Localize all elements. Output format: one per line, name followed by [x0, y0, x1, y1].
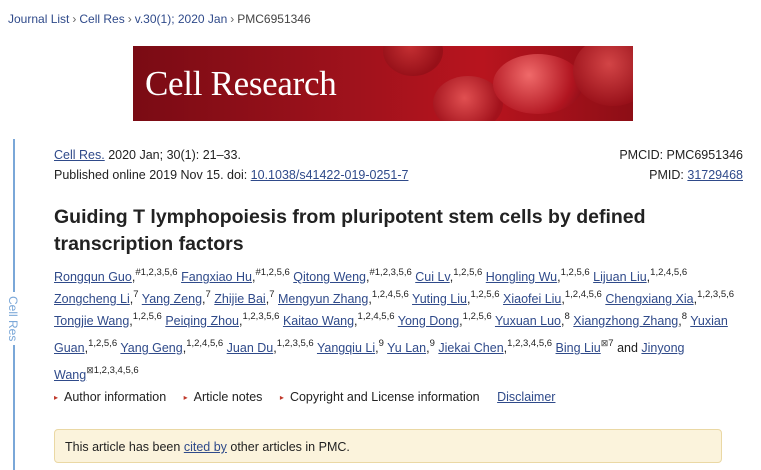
breadcrumb-current: PMC6951346: [237, 12, 311, 26]
author-link[interactable]: Fangxiao Hu: [181, 270, 252, 284]
triangle-right-icon: ▸: [183, 393, 188, 402]
breadcrumb: Journal List › Cell Res › v.30(1); 2020 Jan ›…: [8, 12, 311, 26]
author-link[interactable]: Yangqiu Li: [317, 341, 375, 355]
breadcrumb-issue[interactable]: v.30(1); 2020 Jan: [135, 12, 228, 26]
side-tab-cell-res[interactable]: Cell Res: [6, 292, 20, 346]
author-affiliation-sup: 1,2,3,5,6: [242, 311, 280, 322]
cited-by-link[interactable]: cited by: [184, 440, 227, 454]
author-link[interactable]: Mengyun Zhang: [278, 292, 368, 306]
author-link[interactable]: Hongling Wu: [486, 270, 557, 284]
author-affiliation-sup: 1,2,5,6: [132, 311, 162, 322]
breadcrumb-separator: ›: [230, 12, 235, 26]
breadcrumb-separator: ›: [127, 12, 132, 26]
author-affiliation-sup: 1,2,4,5,6: [564, 289, 602, 300]
tab-article-notes[interactable]: ▸ Article notes: [184, 390, 263, 404]
author-link[interactable]: Zhijie Bai: [214, 292, 265, 306]
author-link[interactable]: Yuxuan Luo: [495, 314, 561, 328]
author-link[interactable]: Yuting Liu: [412, 292, 467, 306]
author-affiliation-sup: 1,2,3,4,5,6: [507, 338, 553, 349]
author-affiliation-sup: 1,2,5,6: [560, 267, 590, 278]
tab-label: Copyright and License information: [289, 390, 480, 404]
pmcid: PMCID: PMC6951346: [619, 148, 743, 162]
author-affiliation-sup: 1,2,5,6: [470, 289, 500, 300]
tab-author-information[interactable]: ▸ Author information: [54, 390, 166, 404]
notice-prefix: This article has been: [65, 440, 184, 454]
breadcrumb-journal-list[interactable]: Journal List: [8, 12, 69, 26]
tab-label: Author information: [64, 390, 167, 404]
author-link[interactable]: Xiaofei Liu: [503, 292, 561, 306]
triangle-right-icon: ▸: [54, 393, 59, 402]
author-affiliation-sup: #1,2,3,5,6: [369, 267, 412, 278]
banner-cell-image: [573, 46, 633, 106]
author-affiliation-sup: 1,2,3,5,6: [697, 289, 735, 300]
author-link[interactable]: Cui Lv: [415, 270, 450, 284]
citation-details: 2020 Jan; 30(1): 21–33.: [104, 148, 241, 162]
author-link[interactable]: Juan Du: [227, 341, 274, 355]
author-link[interactable]: Xiangzhong Zhang: [573, 314, 678, 328]
pmid-label: PMID:: [649, 168, 688, 182]
author-link[interactable]: Yang Geng: [120, 341, 182, 355]
author-affiliation-sup: 1,2,4,5,6: [371, 289, 409, 300]
citation: Cell Res. 2020 Jan; 30(1): 21–33. Publis…: [54, 145, 408, 185]
author-link[interactable]: Yang Zeng: [142, 292, 202, 306]
doi-link[interactable]: 10.1038/s41422-019-0251-7: [251, 168, 409, 182]
breadcrumb-separator: ›: [72, 12, 77, 26]
authors-conjunction: and: [617, 341, 642, 355]
author-affiliation-sup: 7: [205, 289, 211, 300]
article-ids: PMCID: PMC6951346 PMID: 31729468: [619, 145, 743, 185]
banner-cell-image: [383, 46, 443, 76]
article-tabs: ▸ Author information ▸ Article notes ▸ Copy…: [54, 390, 569, 404]
author-affiliation-sup: 1,2,3,4,5,6: [93, 365, 139, 376]
cited-by-notice: This article has been cited by other art…: [54, 429, 722, 463]
breadcrumb-cell-res[interactable]: Cell Res: [79, 12, 124, 26]
author-list: Rongqun Guo,#1,2,3,5,6 Fangxiao Hu,#1,2,…: [54, 266, 744, 386]
author-link[interactable]: Yu Lan: [387, 341, 426, 355]
author-affiliation-sup: 9: [378, 338, 384, 349]
published-online: Published online 2019 Nov 15. doi:: [54, 168, 251, 182]
author-affiliation-sup: 8: [564, 311, 570, 322]
author-link[interactable]: Bing Liu: [556, 341, 601, 355]
notice-suffix: other articles in PMC.: [226, 440, 350, 454]
author-link[interactable]: Rongqun Guo: [54, 270, 132, 284]
author-affiliation-sup: 9: [429, 338, 435, 349]
author-affiliation-sup: 1,2,4,5,6: [650, 267, 688, 278]
author-affiliation-sup: 7: [269, 289, 275, 300]
author-affiliation-sup: 1,2,3,5,6: [276, 338, 314, 349]
author-link[interactable]: Lijuan Liu: [593, 270, 647, 284]
tab-label: Article notes: [193, 390, 263, 404]
author-affiliation-sup: 1,2,5,6: [88, 338, 118, 349]
author-link[interactable]: Chengxiang Xia: [605, 292, 693, 306]
author-link[interactable]: Tongjie Wang: [54, 314, 129, 328]
disclaimer-link[interactable]: Disclaimer: [497, 390, 555, 404]
author-affiliation-sup: 1,2,4,5,6: [357, 311, 395, 322]
journal-link[interactable]: Cell Res.: [54, 148, 105, 162]
author-affiliation-sup: 1,2,5,6: [453, 267, 483, 278]
article-title: Guiding T lymphopoiesis from pluripotent…: [54, 206, 646, 255]
author-link[interactable]: Qitong Weng: [293, 270, 366, 284]
author-link[interactable]: Kaitao Wang: [283, 314, 354, 328]
author-affiliation-sup: 8: [681, 311, 688, 322]
author-affiliation-sup: 7: [608, 338, 614, 349]
author-link[interactable]: Zongcheng Li: [54, 292, 130, 306]
author-affiliation-sup: 1,2,4,5,6: [186, 338, 224, 349]
author-affiliation-sup: #1,2,3,5,6: [135, 267, 178, 278]
banner-cell-image: [493, 54, 583, 114]
tab-copyright[interactable]: ▸ Copyright and License information: [280, 390, 480, 404]
pmid-link[interactable]: 31729468: [687, 168, 743, 182]
email-icon[interactable]: ⊠: [86, 365, 94, 375]
author-link[interactable]: Peiqing Zhou: [165, 314, 239, 328]
author-link[interactable]: Jiekai Chen: [438, 341, 503, 355]
banner-title: Cell Research: [145, 64, 337, 103]
author-affiliation-sup: 1,2,5,6: [462, 311, 492, 322]
author-affiliation-sup: #1,2,5,6: [255, 267, 290, 278]
author-affiliation-sup: 7: [133, 289, 139, 300]
journal-banner[interactable]: Cell Research: [133, 46, 633, 121]
triangle-right-icon: ▸: [279, 393, 284, 402]
author-link[interactable]: Yong Dong: [398, 314, 459, 328]
